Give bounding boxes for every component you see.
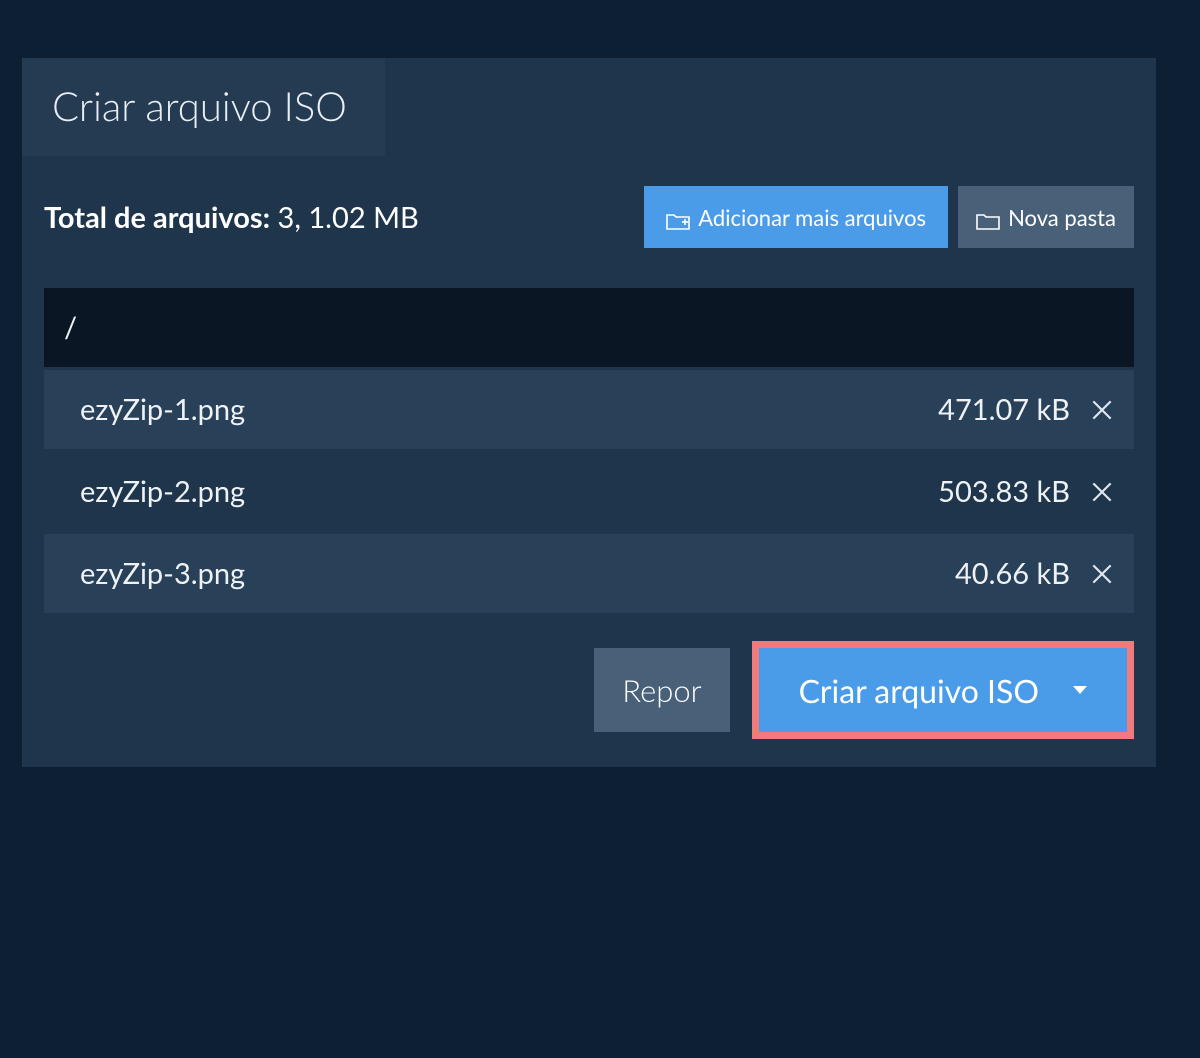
file-size: 471.07 kB	[938, 392, 1070, 427]
path-text: /	[64, 310, 77, 345]
create-button-highlight: Criar arquivo ISO	[752, 641, 1134, 739]
file-list: / ezyZip-1.png 471.07 kB ezyZip-2.png 50…	[44, 288, 1134, 613]
add-files-button[interactable]: Adicionar mais arquivos	[644, 186, 948, 248]
tab-create-iso[interactable]: Criar arquivo ISO	[22, 58, 385, 156]
file-row: ezyZip-1.png 471.07 kB	[44, 370, 1134, 449]
file-size: 503.83 kB	[938, 474, 1070, 509]
folder-icon	[976, 208, 1000, 226]
file-name: ezyZip-1.png	[80, 392, 938, 427]
new-folder-button[interactable]: Nova pasta	[958, 186, 1134, 248]
file-row: ezyZip-3.png 40.66 kB	[44, 534, 1134, 613]
total-files-value: 3, 1.02 MB	[278, 200, 419, 235]
reset-button[interactable]: Repor	[594, 648, 729, 732]
new-folder-label: Nova pasta	[1008, 204, 1116, 231]
create-label: Criar arquivo ISO	[799, 671, 1039, 710]
path-bar[interactable]: /	[44, 288, 1134, 367]
toolbar: Total de arquivos: 3, 1.02 MB Adicionar …	[22, 156, 1156, 264]
create-iso-button[interactable]: Criar arquivo ISO	[759, 648, 1127, 732]
file-name: ezyZip-3.png	[80, 556, 955, 591]
tab-title: Criar arquivo ISO	[52, 82, 347, 130]
remove-file-button[interactable]	[1088, 478, 1116, 506]
remove-file-button[interactable]	[1088, 396, 1116, 424]
file-size: 40.66 kB	[955, 556, 1070, 591]
bottom-action-bar: Repor Criar arquivo ISO	[22, 613, 1156, 767]
caret-down-icon	[1073, 686, 1087, 694]
remove-file-button[interactable]	[1088, 560, 1116, 588]
folder-add-icon	[666, 208, 690, 226]
total-files-label: Total de arquivos:	[44, 200, 270, 235]
reset-label: Repor	[622, 671, 701, 709]
file-name: ezyZip-2.png	[80, 474, 938, 509]
iso-create-panel: Criar arquivo ISO Total de arquivos: 3, …	[22, 58, 1156, 767]
total-files-text: Total de arquivos: 3, 1.02 MB	[44, 200, 644, 235]
file-row: ezyZip-2.png 503.83 kB	[44, 452, 1134, 531]
add-files-label: Adicionar mais arquivos	[698, 204, 926, 231]
